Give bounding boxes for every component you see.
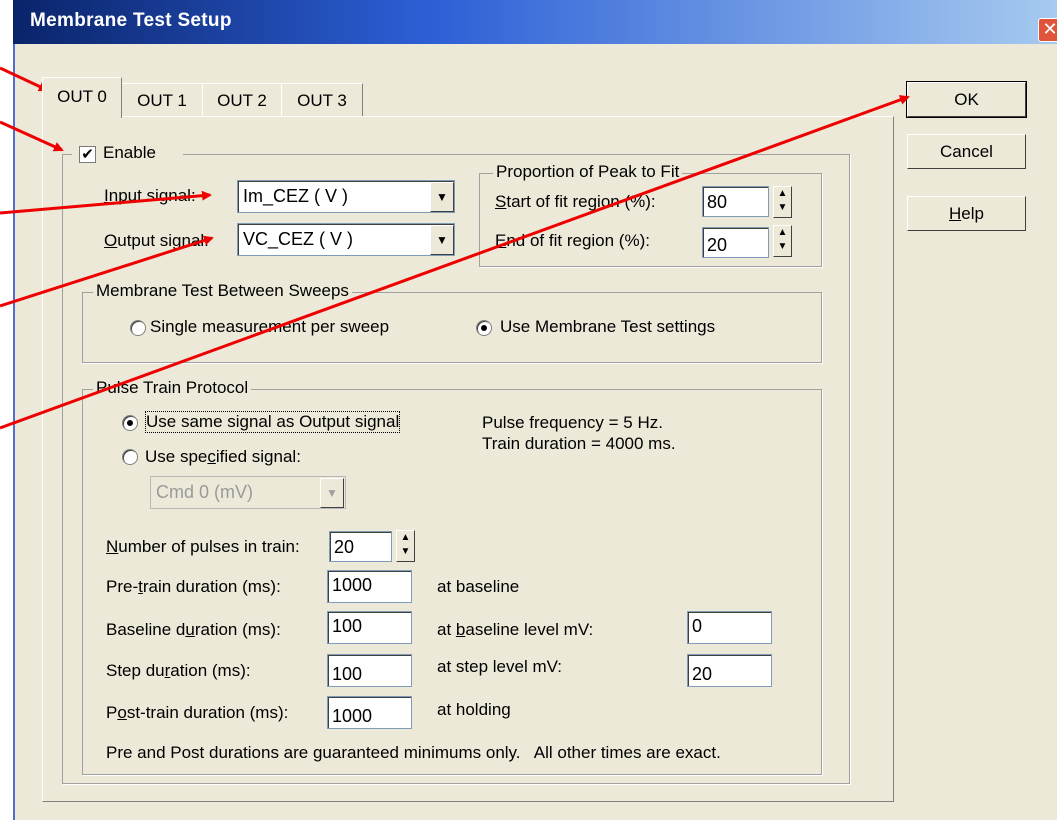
arrow-to-output-signal bbox=[0, 235, 214, 308]
arrow-to-tab bbox=[0, 66, 49, 92]
arrow-to-input-signal bbox=[0, 190, 212, 215]
arrow-to-enable bbox=[0, 120, 64, 152]
annotation-arrows bbox=[0, 66, 910, 430]
tab-out-0[interactable]: OUT 0 bbox=[42, 77, 122, 118]
